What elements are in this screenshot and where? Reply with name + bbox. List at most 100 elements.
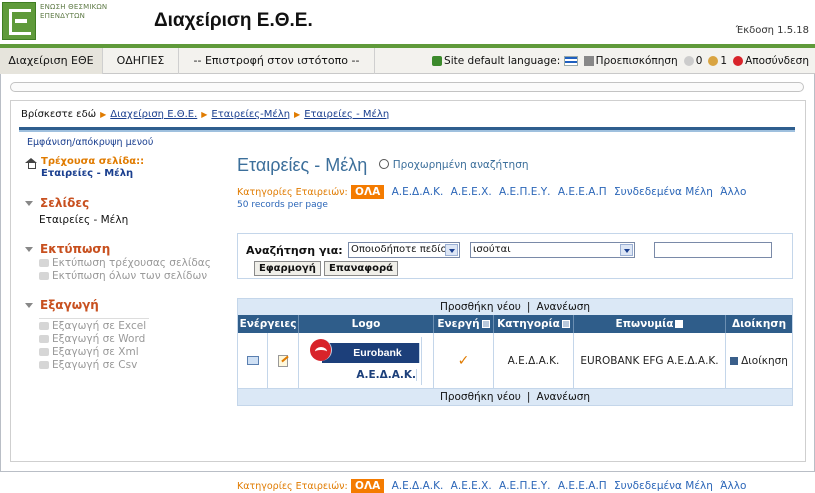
category-aepey-bottom[interactable]: Α.Ε.Π.Ε.Υ. [499, 480, 550, 492]
search-field-select[interactable]: Οποιοδήποτε πεδίο [348, 242, 460, 258]
records-per-page-link[interactable]: 50 records per page [237, 200, 793, 210]
view-cell [238, 333, 268, 388]
add-new-link-bottom[interactable]: Προσθήκη νέου [440, 391, 521, 403]
category-all[interactable]: ΟΛΑ [351, 185, 385, 199]
category-aeex[interactable]: Α.Ε.Ε.Χ. [451, 186, 492, 198]
active-check-icon: ✓ [457, 352, 470, 369]
category-aedak[interactable]: Α.Ε.Δ.Α.Κ. [392, 186, 444, 198]
print-arrow-icon [39, 272, 49, 280]
preview-link[interactable]: Προεπισκόπηση [583, 48, 678, 74]
edit-cell [268, 333, 299, 388]
category-aedak-bottom[interactable]: Α.Ε.Δ.Α.Κ. [392, 480, 444, 492]
export-excel-label: Εξαγωγή σε Excel [52, 320, 147, 332]
search-label: Αναζήτηση για: [246, 244, 343, 257]
top-navbar: Διαχείριση ΕΘΕ ΟΔΗΓΙΕΣ -- Επιστροφή στον… [0, 44, 815, 74]
category-aeeap-bottom[interactable]: Α.Ε.Ε.Α.Π [558, 480, 607, 492]
export-xml-item[interactable]: Εξαγωγή σε Xml [39, 346, 225, 358]
print-arrow-icon [39, 259, 49, 267]
view-card-icon[interactable] [246, 356, 259, 365]
print-section-title[interactable]: Εκτύπωση [25, 242, 225, 256]
category-other[interactable]: Άλλο [720, 186, 746, 198]
users-count-value: 1 [720, 55, 728, 67]
category-associated[interactable]: Συνδεδεμένα Μέλη [614, 186, 713, 198]
pages-title: Σελίδες [40, 196, 90, 210]
category-associated-bottom[interactable]: Συνδεδεμένα Μέλη [614, 480, 713, 492]
export-arrow-icon [39, 361, 49, 369]
search-query-input[interactable] [654, 242, 772, 258]
eurobank-logo: Eurobank Α.Ε.Δ.Α.Κ. [310, 336, 422, 385]
logo-cell: Eurobank Α.Ε.Δ.Α.Κ. [299, 333, 434, 388]
messages-count[interactable]: 0 [683, 48, 702, 74]
export-csv-label: Εξαγωγή σε Csv [52, 359, 138, 371]
search-operator-select[interactable]: ισούται [470, 242, 635, 258]
language-label: Site default language: [444, 55, 561, 67]
category-all-bottom[interactable]: ΟΛΑ [351, 479, 385, 493]
logout-link[interactable]: Αποσύνδεση [733, 48, 809, 74]
language-selector[interactable]: Site default language: [432, 48, 578, 74]
col-category[interactable]: Κατηγορία [494, 315, 574, 333]
col-active[interactable]: Ενεργή [434, 315, 494, 333]
category-filter-label-bottom: Κατηγορίες Εταιρειών: [237, 481, 348, 492]
print-current-item[interactable]: Εκτύπωση τρέχουσας σελίδας [39, 257, 225, 269]
sidebar-divider [39, 318, 149, 319]
pages-section-title[interactable]: Σελίδες [25, 196, 225, 210]
export-excel-item[interactable]: Εξαγωγή σε Excel [39, 320, 225, 332]
nav-item-admin[interactable]: Διαχείριση ΕΘΕ [0, 48, 103, 74]
page-title: Εταιρείες - Μέλη [237, 155, 368, 175]
export-section-title[interactable]: Εξαγωγή [25, 298, 225, 312]
breadcrumb-link-current[interactable]: Εταιρείες - Μέλη [304, 109, 389, 120]
export-word-label: Εξαγωγή σε Word [52, 333, 146, 345]
reset-button[interactable]: Επαναφορά [324, 261, 399, 276]
status-bar [10, 82, 804, 92]
refresh-link[interactable]: Ανανέωση [536, 301, 590, 313]
category-cell: Α.Ε.Δ.Α.Κ. [494, 333, 574, 388]
category-other-bottom[interactable]: Άλλο [720, 480, 746, 492]
admin-link[interactable]: Διοίκηση [741, 355, 788, 367]
organization-logo [2, 2, 36, 40]
search-panel: Αναζήτηση για: Οποιοδήποτε πεδίο ισούται… [237, 233, 793, 279]
nav-item-instructions[interactable]: ΟΔΗΓΙΕΣ [103, 48, 179, 74]
advanced-search-link[interactable]: Προχωρημένη αναζήτηση [378, 159, 529, 171]
col-active-label: Ενεργή [437, 318, 480, 330]
eurobank-emblem-icon [310, 338, 332, 361]
category-aeeap[interactable]: Α.Ε.Ε.Α.Π [558, 186, 607, 198]
app-title: Διαχείριση Ε.Θ.Ε. [154, 10, 313, 31]
export-csv-item[interactable]: Εξαγωγή σε Csv [39, 359, 225, 371]
export-word-item[interactable]: Εξαγωγή σε Word [39, 333, 225, 345]
preview-label: Προεπισκόπηση [595, 55, 678, 67]
breadcrumb-link-members[interactable]: Εταιρείες-Μέλη [211, 109, 290, 120]
sidebar: Εμφάνιση/απόκρυψη μενού Τρέχουσα σελίδα:… [25, 137, 225, 371]
sort-icon [561, 320, 570, 328]
search-options-icon [378, 159, 389, 169]
collapse-icon [25, 246, 33, 252]
search-field-value: Οποιοδήποτε πεδίο [351, 244, 447, 255]
table-row: Eurobank Α.Ε.Δ.Α.Κ. ✓ Α.Ε.Δ.Α.Κ. EUROBAN… [238, 333, 792, 389]
sidebar-item-members[interactable]: Εταιρείες - Μέλη [39, 214, 225, 226]
pointer-icon [432, 56, 443, 66]
export-xml-label: Εξαγωγή σε Xml [52, 346, 139, 358]
table-header: Ενέργειες Logo Ενεργή Κατηγορία Επωνυμία… [238, 315, 792, 333]
col-name[interactable]: Επωνυμία [574, 315, 726, 333]
print-all-item[interactable]: Εκτύπωση όλων των σελίδων [39, 270, 225, 282]
greek-flag-icon [563, 56, 578, 66]
toggle-menu-link[interactable]: Εμφάνιση/απόκρυψη μενού [27, 137, 225, 148]
admin-cell[interactable]: Διοίκηση [726, 333, 792, 388]
refresh-link-bottom[interactable]: Ανανέωση [536, 391, 590, 403]
apply-button[interactable]: Εφαρμογή [254, 261, 321, 276]
breadcrumb-link-admin[interactable]: Διαχείριση Ε.Θ.Ε. [110, 109, 197, 120]
edit-icon[interactable] [278, 354, 288, 367]
category-aeex-bottom[interactable]: Α.Ε.Ε.Χ. [451, 480, 492, 492]
category-aepey[interactable]: Α.Ε.Π.Ε.Υ. [499, 186, 550, 198]
breadcrumb-arrow-icon: ▶ [201, 110, 208, 119]
nav-item-return-site[interactable]: -- Επιστροφή στον ιστότοπο -- [179, 48, 375, 74]
col-admin: Διοίκηση [731, 318, 787, 330]
users-icon [708, 56, 719, 66]
breadcrumb: Βρίσκεστε εδώ ▶ Διαχείριση Ε.Θ.Ε. ▶ Εταιρείε… [21, 109, 389, 120]
add-new-link[interactable]: Προσθήκη νέου [440, 301, 521, 313]
breadcrumb-arrow-icon: ▶ [100, 110, 107, 119]
users-count[interactable]: 1 [708, 48, 727, 74]
admin-icon [730, 356, 739, 365]
version-label: Έκδοση 1.5.18 [735, 25, 809, 36]
sort-icon [481, 320, 490, 328]
search-operator-value: ισούται [473, 244, 511, 255]
